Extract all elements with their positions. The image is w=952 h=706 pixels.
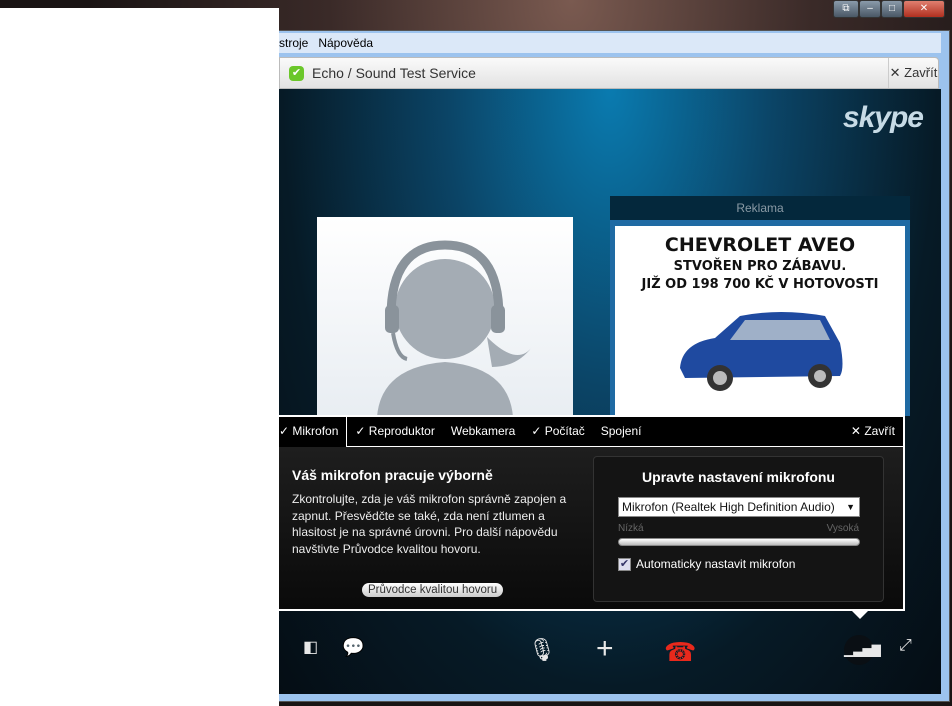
microphone-icon[interactable]: 🎙 (528, 637, 556, 663)
tab-spojeni[interactable]: Spojení (593, 417, 650, 446)
ad-banner[interactable]: CHEVROLET AVEO STVOŘEN PRO ZÁBAVU. JIŽ O… (615, 226, 905, 416)
conversation-header: ✔ Echo / Sound Test Service ✕ Zavřít (279, 57, 939, 89)
tab-webkamera[interactable]: Webkamera (443, 417, 523, 446)
chevron-down-icon: ▼ (846, 502, 855, 512)
tab-pocitac[interactable]: ✓ Počítač (523, 417, 592, 446)
maximize-button[interactable]: □ (881, 0, 903, 18)
status-heading: Váš mikrofon pracuje výborně (292, 467, 493, 483)
close-icon: ✕ (850, 424, 861, 438)
panel-pointer (850, 609, 870, 619)
panel-body: Váš mikrofon pracuje výborně Zkontrolujt… (279, 447, 903, 609)
menu-tools[interactable]: stroje (279, 33, 308, 53)
menu-bar: stroje Nápověda (279, 33, 941, 53)
panel-tabs: ✓ Mikrofon ✓ Reproduktor Webkamera ✓ Poč… (279, 417, 903, 447)
blank-area (0, 8, 279, 706)
skype-logo: skype (842, 101, 924, 134)
call-stage: skype Reklama CHEVROLET AVEO STVOŘEN PRO… (279, 89, 941, 694)
settings-title: Upravte nastavení mikrofonu (642, 469, 835, 485)
skype-window: stroje Nápověda ✔ Echo / Sound Test Serv… (279, 30, 950, 702)
high-label: Vysoká (826, 523, 859, 534)
add-icon[interactable]: + (596, 632, 614, 666)
minimize-button[interactable]: – (859, 0, 881, 18)
ad-headline: CHEVROLET AVEO (664, 234, 856, 256)
microphone-volume-slider[interactable] (618, 538, 860, 546)
microphone-select[interactable]: Mikrofon (Realtek High Definition Audio)… (618, 497, 860, 517)
hang-up-icon[interactable]: ☎ (664, 637, 696, 668)
ad-price: JIŽ OD 198 700 KČ V HOTOVOSTI (641, 277, 879, 292)
close-panel-button[interactable]: ✕ Zavřít (851, 417, 903, 446)
auto-mic-checkbox[interactable]: ✔ Automaticky nastavit mikrofon (618, 557, 795, 571)
tab-reproduktor[interactable]: ✓ Reproduktor (347, 417, 442, 446)
ad-header: Reklama (610, 196, 910, 220)
default-avatar-icon (377, 240, 532, 417)
window-controls: ⧉ – □ ✕ (833, 0, 945, 18)
restore-icon[interactable]: ⧉ (833, 0, 859, 18)
microphone-settings: Upravte nastavení mikrofonu Mikrofon (Re… (593, 456, 884, 602)
close-conversation-button[interactable]: ✕ Zavřít (888, 58, 938, 88)
checkbox-icon: ✔ (618, 557, 631, 571)
low-label: Nízká (618, 523, 644, 534)
advertisement[interactable]: Reklama CHEVROLET AVEO STVOŘEN PRO ZÁBAV… (610, 196, 910, 416)
call-quality-panel: ✓ Mikrofon ✓ Reproduktor Webkamera ✓ Poč… (279, 415, 905, 611)
tab-mikrofon[interactable]: ✓ Mikrofon (279, 417, 348, 447)
close-button[interactable]: ✕ (903, 0, 945, 18)
chat-icon[interactable]: 💬 (342, 637, 364, 658)
conversation-title: Echo / Sound Test Service (312, 65, 476, 81)
car-image (680, 312, 843, 391)
share-screen-icon[interactable]: ◧ (303, 637, 318, 657)
avatar (317, 217, 573, 417)
call-quality-guide-button[interactable]: Průvodce kvalitou hovoru (362, 583, 504, 597)
signal-quality-icon[interactable]: ▁▃▅▇ (844, 635, 881, 665)
fullscreen-icon[interactable]: ⤢ (899, 637, 912, 655)
menu-help[interactable]: Nápověda (318, 33, 373, 53)
ad-subline: STVOŘEN PRO ZÁBAVU. (673, 259, 847, 274)
status-text: Zkontrolujte, zda je váš mikrofon správn… (292, 492, 567, 556)
close-icon: ✕ (889, 65, 901, 80)
check-online-icon: ✔ (289, 66, 304, 81)
